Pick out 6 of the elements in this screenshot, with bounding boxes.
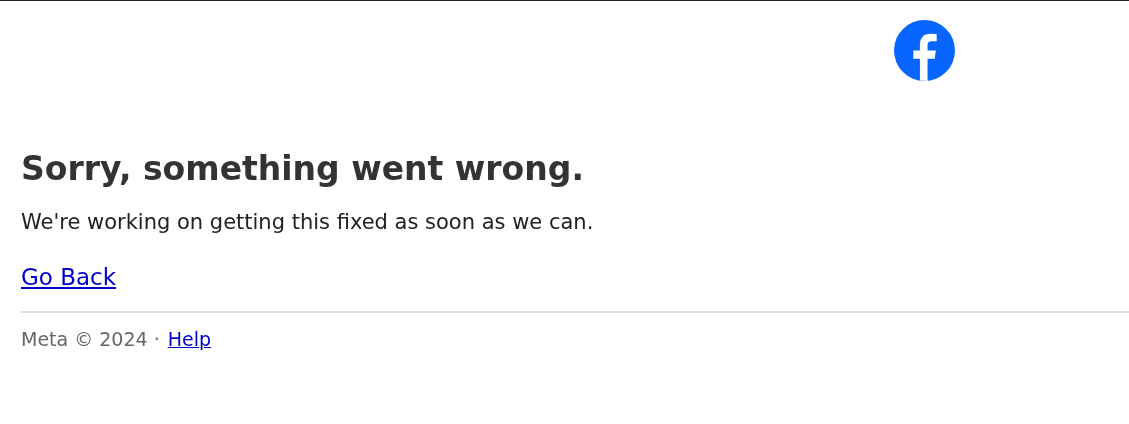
copyright-text: Meta © 2024 · bbox=[21, 326, 160, 352]
error-heading: Sorry, something went wrong. bbox=[21, 149, 585, 189]
go-back-link[interactable]: Go Back bbox=[21, 264, 117, 291]
error-message: We're working on getting this fixed as soon as we can. bbox=[21, 208, 595, 236]
logo-icon bbox=[894, 20, 955, 81]
help-link[interactable]: Help bbox=[167, 324, 211, 354]
